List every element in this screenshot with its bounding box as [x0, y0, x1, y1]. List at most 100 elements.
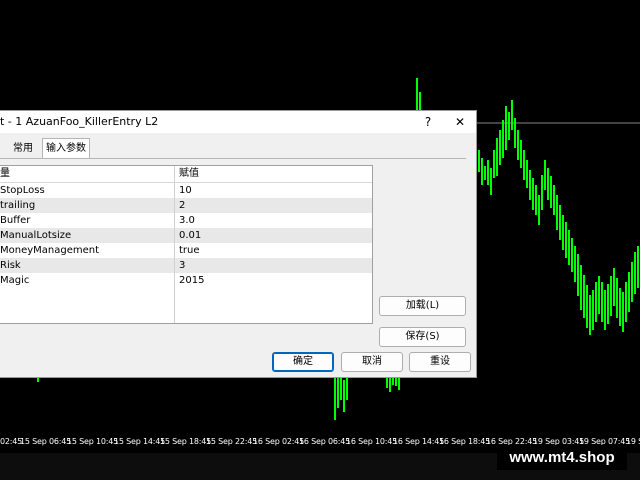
time-label: 19 Sep	[626, 437, 640, 446]
candle	[610, 276, 612, 316]
param-name: Buffer	[0, 215, 31, 226]
candle	[493, 150, 495, 178]
candle	[334, 378, 336, 420]
candle	[616, 278, 618, 318]
param-value[interactable]: 2015	[179, 273, 204, 288]
time-label: 15 Sep 06:45	[20, 437, 71, 446]
save-button[interactable]: 保存(S)	[379, 327, 466, 347]
candle	[499, 130, 501, 165]
time-label: 16 Sep 06:45	[299, 437, 350, 446]
candle	[559, 205, 561, 240]
candle	[547, 168, 549, 200]
candle	[419, 92, 421, 110]
candle	[604, 290, 606, 330]
candle	[592, 290, 594, 330]
candle	[628, 272, 630, 312]
candle	[568, 230, 570, 265]
candle	[478, 150, 480, 172]
dialog-titlebar[interactable]: t - 1 AzuanFoo_KillerEntry L2 ? ✕	[0, 111, 476, 133]
param-value[interactable]: 10	[179, 183, 192, 198]
table-row[interactable]: Risk 3	[0, 258, 372, 273]
close-button[interactable]: ✕	[446, 111, 474, 133]
time-label: 16 Sep 14:45	[393, 437, 444, 446]
candle	[346, 378, 348, 400]
column-divider[interactable]	[174, 166, 175, 323]
table-row[interactable]: ManualLotsize 0.01	[0, 228, 372, 243]
candle	[607, 284, 609, 324]
table-row[interactable]: StopLoss 10	[0, 183, 372, 198]
candle	[556, 195, 558, 230]
candle	[553, 185, 555, 215]
candle	[389, 378, 391, 392]
candle	[416, 78, 418, 110]
candle	[502, 120, 504, 158]
table-row[interactable]: Magic 2015	[0, 273, 372, 288]
candle	[395, 378, 397, 386]
candle	[565, 222, 567, 258]
time-label: 15 Sep 22:45	[206, 437, 257, 446]
header-value: 赋值	[179, 168, 199, 179]
candle	[613, 268, 615, 306]
load-button[interactable]: 加载(L)	[379, 296, 466, 316]
table-row[interactable]: Buffer 3.0	[0, 213, 372, 228]
candle	[523, 150, 525, 180]
candle	[580, 265, 582, 310]
header-variable: 量	[0, 168, 10, 179]
param-value[interactable]: 0.01	[179, 228, 201, 243]
ea-properties-dialog: t - 1 AzuanFoo_KillerEntry L2 ? ✕ 常用 输入参…	[0, 110, 477, 378]
candle	[631, 262, 633, 302]
table-row[interactable]: MoneyManagement true	[0, 243, 372, 258]
cancel-button[interactable]: 取消	[341, 352, 403, 372]
candle	[577, 254, 579, 296]
candle	[529, 170, 531, 200]
param-name: MoneyManagement	[0, 245, 100, 256]
candle	[598, 276, 600, 314]
param-value[interactable]: 3.0	[179, 213, 195, 228]
reset-button[interactable]: 重设	[409, 352, 471, 372]
candle	[505, 106, 507, 150]
candle	[484, 166, 486, 180]
candle	[634, 252, 636, 294]
table-header: 量 赋值	[0, 166, 372, 183]
candle	[574, 246, 576, 282]
time-label: 02:45	[0, 437, 23, 446]
candle	[622, 292, 624, 332]
ok-button[interactable]: 确定	[272, 352, 334, 372]
candle	[517, 130, 519, 160]
time-label: 15 Sep 18:45	[160, 437, 211, 446]
watermark: www.mt4.shop	[497, 445, 627, 470]
tab-common[interactable]: 常用	[13, 140, 37, 158]
dialog-title: t - 1 AzuanFoo_KillerEntry L2	[0, 115, 159, 128]
candle	[619, 288, 621, 326]
candle	[595, 282, 597, 322]
candle	[343, 380, 345, 412]
candle	[337, 376, 339, 408]
candle	[637, 246, 639, 288]
parameters-table: 量 赋值 StopLoss 10 trailing 2 Buffer 3.0 M…	[0, 165, 373, 324]
candle	[514, 118, 516, 148]
tab-input-parameters[interactable]: 输入参数	[42, 138, 90, 159]
param-name: trailing	[0, 200, 36, 211]
param-value[interactable]: 2	[179, 198, 185, 213]
param-name: StopLoss	[0, 185, 45, 196]
candle	[589, 295, 591, 335]
param-name: Magic	[0, 275, 30, 286]
candle	[37, 378, 39, 382]
param-value[interactable]: true	[179, 243, 200, 258]
help-button[interactable]: ?	[414, 111, 442, 133]
candle	[625, 282, 627, 322]
candle	[544, 160, 546, 190]
candle	[392, 378, 394, 385]
time-label: 16 Sep 18:45	[439, 437, 490, 446]
time-label: 16 Sep 02:45	[253, 437, 304, 446]
time-label: 15 Sep 14:45	[114, 437, 165, 446]
candle	[535, 185, 537, 215]
candle	[562, 215, 564, 250]
time-label: 15 Sep 10:45	[67, 437, 118, 446]
candle	[571, 238, 573, 272]
param-value[interactable]: 3	[179, 258, 185, 273]
candle	[586, 285, 588, 328]
table-row[interactable]: trailing 2	[0, 198, 372, 213]
candle	[538, 195, 540, 225]
candle	[541, 175, 543, 210]
